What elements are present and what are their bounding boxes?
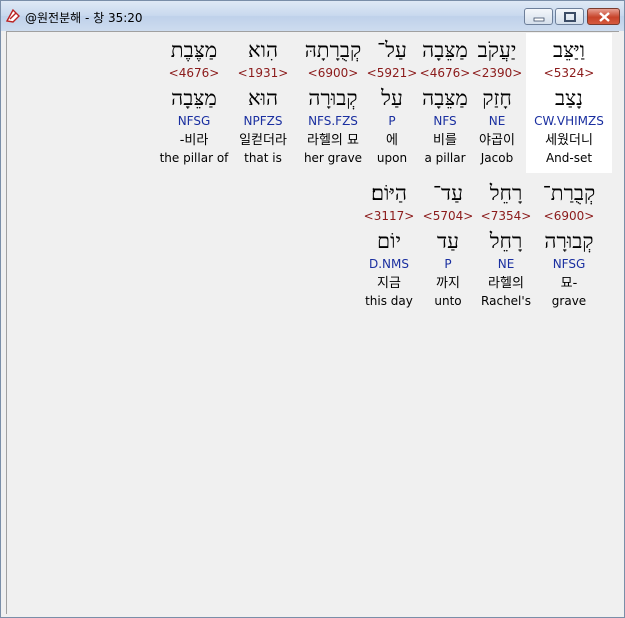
interlinear-panel: וַיַּצֵּב <5324> נָצַב CW.VHIMZS 세웠더니 And-set…: [6, 31, 619, 614]
minimize-icon: [533, 17, 545, 22]
hebrew-word: הַיּוֹם׃: [370, 181, 408, 205]
lemma-word: יוֹם: [377, 229, 401, 253]
english-gloss: the pillar of: [159, 151, 229, 165]
window-title: @원전분해 - 창 35:20: [25, 11, 143, 25]
english-gloss: this day: [365, 294, 413, 308]
strong-number: <3117>: [363, 209, 415, 223]
title-bar[interactable]: @원전분해 - 창 35:20: [1, 1, 624, 31]
minimize-button[interactable]: [524, 8, 553, 25]
morphology-code: D.NMS: [368, 257, 409, 271]
maximize-icon: [564, 12, 576, 22]
word-cell[interactable]: הַיּוֹם׃ <3117> יוֹם D.NMS 지금 this day: [346, 176, 432, 316]
korean-gloss: -비라: [179, 133, 209, 148]
close-icon: [599, 12, 610, 22]
app-logo-icon: [5, 8, 21, 24]
app-window: @원전분해 - 창 35:20 וַיַּצֵּב <5324> נָצַב CW.V…: [0, 0, 625, 618]
word-cell[interactable]: מַצֶּבֶת <4676> מַצֵּבָה NFSG -비라 the pillar …: [151, 33, 237, 173]
morphology-code: NFSG: [177, 114, 211, 128]
hebrew-word: מַצֶּבֶת: [170, 38, 218, 62]
close-button[interactable]: [587, 8, 620, 25]
lemma-word: מַצֵּבָה: [171, 86, 217, 110]
maximize-button[interactable]: [555, 8, 584, 25]
korean-gloss: 지금: [377, 276, 401, 291]
strong-number: <4676>: [168, 66, 220, 80]
